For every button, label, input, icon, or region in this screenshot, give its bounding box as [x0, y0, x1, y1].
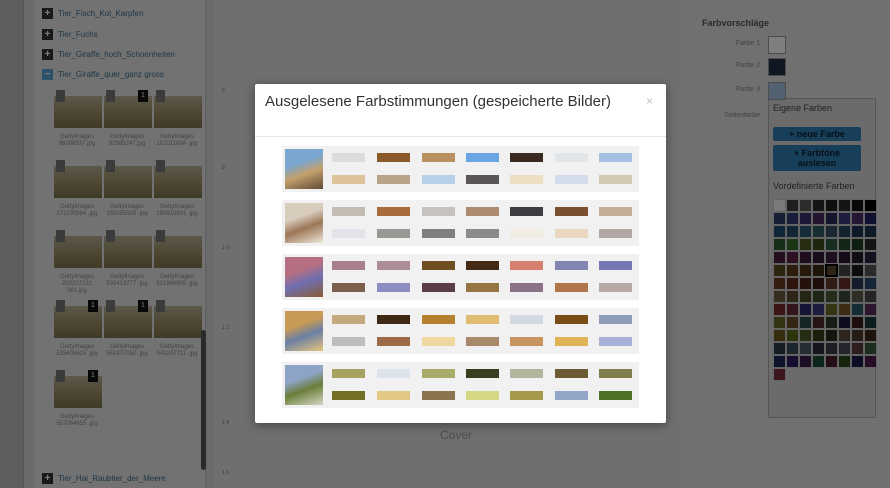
color-swatch[interactable] [599, 283, 632, 292]
color-swatch[interactable] [422, 175, 455, 184]
giraffe-green-landscape-photo[interactable] [285, 365, 323, 405]
color-swatch[interactable] [466, 337, 499, 346]
color-swatch[interactable] [422, 315, 455, 324]
color-swatch[interactable] [466, 153, 499, 162]
giraffe-sky-photo[interactable] [285, 149, 323, 189]
color-swatch[interactable] [332, 229, 365, 238]
close-icon[interactable]: × [646, 94, 653, 108]
color-swatch[interactable] [510, 369, 543, 378]
color-swatch[interactable] [555, 261, 588, 270]
color-swatch[interactable] [599, 229, 632, 238]
color-swatch[interactable] [466, 391, 499, 400]
color-moods-dialog: Ausgelesene Farbstimmungen (gespeicherte… [255, 84, 666, 423]
color-swatch[interactable] [377, 369, 410, 378]
color-swatch[interactable] [377, 229, 410, 238]
color-swatch[interactable] [555, 153, 588, 162]
dialog-header: Ausgelesene Farbstimmungen (gespeicherte… [255, 84, 666, 137]
color-swatch[interactable] [422, 369, 455, 378]
color-swatch[interactable] [422, 207, 455, 216]
color-swatch[interactable] [466, 315, 499, 324]
color-swatch[interactable] [510, 175, 543, 184]
color-swatch[interactable] [510, 153, 543, 162]
color-swatch[interactable] [510, 337, 543, 346]
color-swatch[interactable] [599, 207, 632, 216]
color-swatch[interactable] [377, 207, 410, 216]
color-swatch[interactable] [332, 153, 365, 162]
color-mood-set[interactable] [282, 308, 639, 354]
color-swatch[interactable] [510, 315, 543, 324]
color-swatch[interactable] [377, 315, 410, 324]
color-swatch[interactable] [332, 283, 365, 292]
color-swatch[interactable] [466, 175, 499, 184]
color-swatch[interactable] [422, 229, 455, 238]
color-swatch[interactable] [599, 391, 632, 400]
color-swatch[interactable] [332, 315, 365, 324]
color-swatch[interactable] [555, 315, 588, 324]
color-swatch[interactable] [466, 229, 499, 238]
color-swatch[interactable] [377, 337, 410, 346]
color-mood-set[interactable] [282, 254, 639, 300]
color-swatch[interactable] [466, 207, 499, 216]
giraffe-pattern-photo[interactable] [285, 203, 323, 243]
color-swatch[interactable] [422, 283, 455, 292]
color-swatch[interactable] [510, 283, 543, 292]
color-swatch[interactable] [377, 261, 410, 270]
color-swatch[interactable] [599, 175, 632, 184]
color-swatch[interactable] [422, 153, 455, 162]
color-swatch[interactable] [466, 283, 499, 292]
color-swatch[interactable] [555, 229, 588, 238]
giraffes-savanna-photo[interactable] [285, 311, 323, 351]
color-swatch[interactable] [332, 391, 365, 400]
color-swatch[interactable] [510, 229, 543, 238]
color-swatch[interactable] [510, 207, 543, 216]
color-swatch[interactable] [599, 261, 632, 270]
color-swatch[interactable] [510, 391, 543, 400]
color-swatch[interactable] [555, 337, 588, 346]
dialog-title: Ausgelesene Farbstimmungen (gespeicherte… [265, 93, 612, 110]
color-swatch[interactable] [422, 337, 455, 346]
color-mood-set[interactable] [282, 200, 639, 246]
color-swatch[interactable] [466, 369, 499, 378]
color-swatch[interactable] [377, 391, 410, 400]
giraffe-sunset-photo[interactable] [285, 257, 323, 297]
color-swatch[interactable] [422, 391, 455, 400]
color-swatch[interactable] [599, 369, 632, 378]
color-swatch[interactable] [599, 337, 632, 346]
color-swatch[interactable] [377, 283, 410, 292]
color-swatch[interactable] [599, 315, 632, 324]
color-swatch[interactable] [599, 153, 632, 162]
color-swatch[interactable] [332, 207, 365, 216]
color-swatch[interactable] [555, 391, 588, 400]
color-swatch[interactable] [555, 369, 588, 378]
color-swatch[interactable] [510, 261, 543, 270]
color-swatch[interactable] [422, 261, 455, 270]
color-swatch[interactable] [377, 175, 410, 184]
color-mood-set[interactable] [282, 362, 639, 408]
color-swatch[interactable] [332, 261, 365, 270]
color-swatch[interactable] [332, 337, 365, 346]
color-swatch[interactable] [555, 207, 588, 216]
color-swatch[interactable] [377, 153, 410, 162]
color-swatch[interactable] [466, 261, 499, 270]
color-swatch[interactable] [332, 175, 365, 184]
color-mood-set[interactable] [282, 146, 639, 192]
color-swatch[interactable] [555, 175, 588, 184]
color-swatch[interactable] [555, 283, 588, 292]
color-swatch[interactable] [332, 369, 365, 378]
